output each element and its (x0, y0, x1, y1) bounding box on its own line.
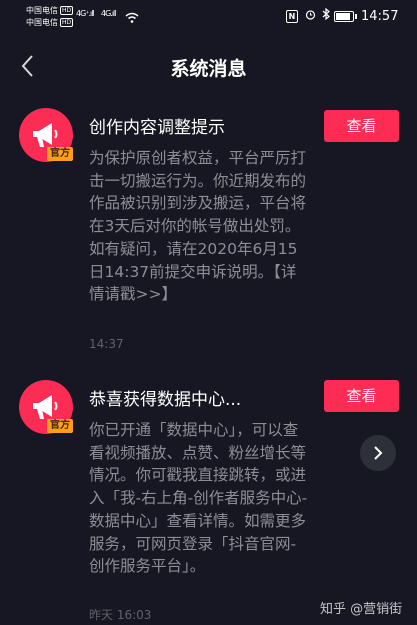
message-body[interactable]: 你已开通「数据中心」，可以查看视频播放、点赞、粉丝增长等情况。你可戳我直接跳转，… (89, 419, 309, 578)
megaphone-icon (33, 123, 58, 147)
alarm-icon (305, 10, 315, 20)
official-badge: 官方 (47, 419, 73, 433)
view-button[interactable]: 查看 (324, 380, 399, 412)
message-title: 恭喜获得数据中心... (89, 390, 242, 410)
view-button[interactable]: 查看 (324, 110, 399, 142)
bluetooth-icon (322, 7, 330, 21)
page-title: 系统消息 (170, 58, 247, 80)
megaphone-icon (33, 395, 58, 419)
chevron-right-icon (374, 446, 383, 460)
clock: 14:57 (361, 9, 399, 24)
message-title: 创作内容调整提示 (89, 118, 225, 138)
official-badge: 官方 (47, 147, 73, 161)
header: 系统消息 (0, 36, 417, 96)
hd-badge-2: HD (60, 18, 74, 27)
nfc-icon: N (286, 10, 298, 23)
watermark: 知乎 @营销街 (320, 602, 403, 617)
message-time: 昨天 16:03 (89, 608, 152, 622)
message-time: 14:37 (89, 337, 124, 351)
hd-badge: HD (60, 6, 74, 15)
battery-icon (334, 11, 357, 22)
battery-level (336, 13, 350, 20)
message-body[interactable]: 为保护原创者权益，平台严厉打击一切搬运行为。你近期发布的作品被识别到涉及搬运，平… (89, 147, 309, 306)
system-icons: N (286, 7, 330, 23)
carrier-2-label: 中国电信 (26, 18, 58, 27)
carrier-info: 中国电信 HD 中国电信 HD (26, 5, 74, 29)
next-button[interactable] (360, 435, 396, 471)
signal-1-icon: 4G⁺.ıll (76, 9, 95, 18)
wifi-icon (125, 8, 139, 27)
status-bar: 中国电信 HD 中国电信 HD 4G⁺.ıll 4G.ıll N 14:57 (0, 0, 417, 36)
signal-2-icon: 4G.ıll (101, 9, 116, 18)
carrier-1-label: 中国电信 (26, 6, 58, 15)
